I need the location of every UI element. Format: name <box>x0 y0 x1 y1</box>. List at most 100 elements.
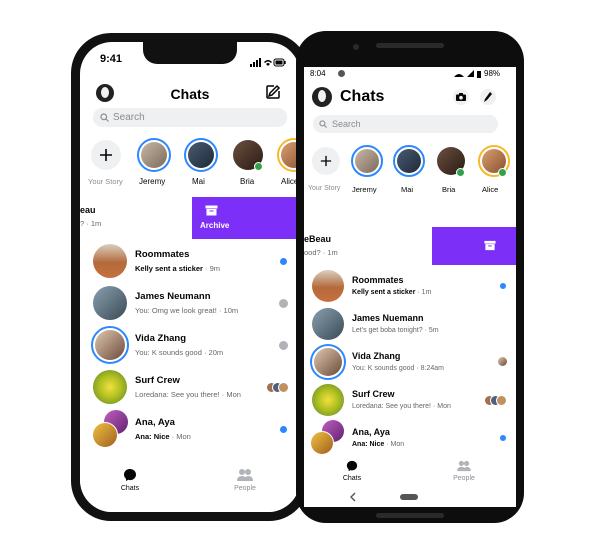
story-mai[interactable] <box>184 138 218 172</box>
story-jeremy[interactable] <box>351 145 383 177</box>
chat-row-surf-crew[interactable]: Surf Crew Loredana: See you there! · Mon <box>80 366 300 408</box>
chat-bubble-icon <box>124 469 136 481</box>
archive-button[interactable] <box>432 227 516 265</box>
chat-name: Roommates <box>135 249 190 260</box>
chat-row-roommates[interactable]: Roommates Kelly sent a sticker · 1m <box>304 267 516 305</box>
add-story-button[interactable] <box>312 147 340 175</box>
status-time: 9:41 <box>100 53 123 65</box>
chat-name: Vida Zhang <box>352 351 401 361</box>
sent-indicator <box>279 299 288 308</box>
chat-name: Roommates <box>352 275 404 285</box>
chat-name: Vida Zhang <box>135 333 187 344</box>
unread-indicator <box>500 435 506 441</box>
front-camera <box>353 44 359 50</box>
story-mai[interactable] <box>393 145 425 177</box>
sent-indicator <box>279 341 288 350</box>
profile-avatar[interactable] <box>312 87 332 107</box>
story-name: Your Story <box>88 177 123 186</box>
unread-indicator <box>280 426 287 433</box>
archive-button[interactable]: Archive <box>192 197 300 239</box>
chat-avatar <box>91 326 129 364</box>
online-indicator <box>456 168 465 177</box>
tab-people[interactable]: People <box>444 460 484 486</box>
compose-button[interactable] <box>480 89 496 105</box>
iphone-screen: 9:41 Chats Search Your Story Jeremy Mai … <box>80 42 300 512</box>
archive-label: Archive <box>200 221 230 230</box>
chat-avatar <box>93 370 127 404</box>
chat-name: Ana, Aya <box>352 427 390 437</box>
signal-icon <box>454 70 481 78</box>
story-name: Your Story <box>308 185 341 192</box>
chat-avatar <box>310 431 334 455</box>
chat-avatar <box>312 308 344 340</box>
chat-row-ana-aya[interactable]: Ana, Aya Ana: Nice · Mon <box>304 419 516 457</box>
chat-avatar <box>93 244 127 278</box>
back-icon[interactable] <box>350 492 356 502</box>
add-story-button[interactable] <box>91 140 121 170</box>
pencil-icon <box>484 92 492 102</box>
tab-chats[interactable]: Chats <box>110 468 150 502</box>
story-jeremy[interactable] <box>137 138 171 172</box>
chat-name: Ana, Aya <box>135 417 175 428</box>
online-indicator <box>498 168 507 177</box>
chat-preview: You: Omg we look great! <box>135 306 217 315</box>
chat-name: Surf Crew <box>352 389 395 399</box>
chat-avatar <box>312 270 344 302</box>
chat-avatar <box>310 344 346 380</box>
chat-bubble-icon <box>346 460 358 472</box>
chat-time: Mon <box>176 432 191 441</box>
chat-preview: Loredana: See you there! <box>352 403 432 410</box>
tab-chats[interactable]: Chats <box>332 460 372 486</box>
tab-bar: Chats People <box>80 462 300 512</box>
archive-icon <box>205 205 218 216</box>
status-bar: 8:04 98% <box>304 67 516 81</box>
page-title: Chats <box>340 88 385 105</box>
home-pill[interactable] <box>400 494 418 500</box>
chat-preview: Loredana: See you there! <box>135 390 220 399</box>
story-name: Alice <box>482 185 499 194</box>
archive-icon <box>484 240 496 251</box>
seen-avatars <box>266 382 290 393</box>
chat-row-roommates[interactable]: Roommates Kelly sent a sticker · 9m <box>80 240 300 282</box>
people-icon <box>457 460 471 472</box>
search-placeholder: Search <box>332 119 361 129</box>
bottom-speaker-grille <box>376 513 444 518</box>
tab-label: People <box>234 485 256 492</box>
swiped-chat-preview: ? · 1m <box>80 219 102 228</box>
chat-avatar <box>312 384 344 416</box>
plus-icon <box>320 155 332 167</box>
chat-time: 9m <box>209 264 221 273</box>
chat-row-surf-crew[interactable]: Surf Crew Loredana: See you there! · Mon <box>304 381 516 419</box>
chat-preview: Ana: Nice <box>135 432 170 441</box>
search-bar[interactable]: Search <box>313 115 498 133</box>
search-bar[interactable]: Search <box>93 108 287 127</box>
unread-indicator <box>500 283 506 289</box>
search-icon <box>319 120 327 128</box>
chat-name: James Neumann <box>135 291 211 302</box>
chat-row-james[interactable]: James Neumann You: Omg we look great! · … <box>80 282 300 324</box>
camera-icon <box>456 93 466 101</box>
story-name: Bria <box>442 185 456 194</box>
android-device: 8:04 98% Chats Search Your Story Jeremy … <box>296 31 524 523</box>
chat-time: 5m <box>428 327 439 334</box>
chat-time: 8:24am <box>420 365 444 372</box>
chat-name: Surf Crew <box>135 375 180 386</box>
story-name: Mai <box>192 177 205 186</box>
seen-avatar <box>498 357 507 366</box>
chat-avatar <box>92 422 118 448</box>
status-indicators <box>250 54 286 67</box>
chat-preview: You: K sounds good <box>135 348 202 357</box>
chat-preview: Kelly sent a sticker <box>135 264 203 273</box>
compose-icon[interactable] <box>265 84 281 105</box>
chat-row-vida[interactable]: Vida Zhang You: K sounds good · 20m <box>80 324 300 366</box>
iphone-notch <box>143 42 237 64</box>
swiped-chat-preview: ood? · 1m <box>304 248 338 257</box>
tab-people[interactable]: People <box>225 468 265 502</box>
battery-level: 98% <box>484 69 501 78</box>
stories-row: Your Story Jeremy Mai Bria Alice <box>80 134 300 192</box>
chat-row-vida[interactable]: Vida Zhang You: K sounds good · 8:24am <box>304 343 516 381</box>
camera-button[interactable] <box>453 89 469 105</box>
tab-label: Chats <box>120 485 140 492</box>
chat-row-james[interactable]: James Nuemann Let's get boba tonight? · … <box>304 305 516 343</box>
chat-row-ana-aya[interactable]: Ana, Aya Ana: Nice · Mon <box>80 408 300 450</box>
